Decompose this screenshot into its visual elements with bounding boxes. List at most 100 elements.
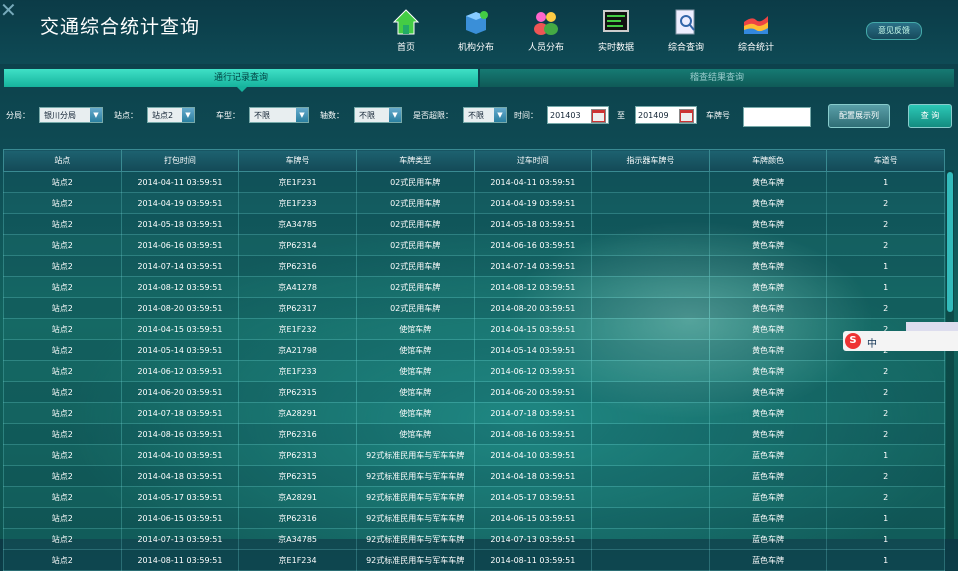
table-row[interactable]: 站点2 2014-04-18 03:59:51 京P62315 92式标准民用车与军车… — [3, 465, 945, 487]
table-row[interactable]: 站点2 2014-07-14 03:59:51 京P62316 02式民用车牌 2014… — [3, 255, 945, 277]
table-cell: 1 — [826, 276, 945, 298]
table-row[interactable]: 站点2 2014-06-15 03:59:51 京P62316 92式标准民用车与军车… — [3, 507, 945, 529]
tab-pass-records[interactable]: 通行记录查询 — [4, 69, 478, 92]
table-row[interactable]: 站点2 2014-08-16 03:59:51 京P62316 使馆车牌 2014-08… — [3, 423, 945, 445]
nav-people[interactable]: 人员分布 — [516, 8, 576, 53]
table-cell: 2014-06-16 03:59:51 — [120, 234, 240, 256]
nav-realtime[interactable]: 实时数据 — [586, 8, 646, 53]
table-cell: 2014-08-16 03:59:51 — [120, 423, 240, 445]
axles-select[interactable]: 不限 ▼ — [354, 107, 402, 123]
table-row[interactable]: 站点2 2014-04-19 03:59:51 京E1F233 02式民用车牌 2014… — [3, 192, 945, 214]
table-cell: 站点2 — [3, 381, 122, 403]
table-row[interactable]: 站点2 2014-06-20 03:59:51 京P62315 使馆车牌 2014-06… — [3, 381, 945, 403]
calendar-icon[interactable] — [679, 109, 694, 123]
table-cell: 黄色车牌 — [708, 297, 828, 319]
table-cell: 使馆车牌 — [355, 339, 475, 361]
plate-label: 车牌号 — [706, 111, 730, 120]
table-row[interactable]: 站点2 2014-04-10 03:59:51 京P62313 92式标准民用车与军车… — [3, 444, 945, 466]
realtime-screen-icon — [603, 10, 629, 32]
table-cell: 2 — [826, 381, 945, 403]
table-row[interactable]: 站点2 2014-06-12 03:59:51 京E1F233 使馆车牌 2014-06… — [3, 360, 945, 382]
table-cell: 2014-05-17 03:59:51 — [473, 486, 593, 508]
time-from-input[interactable]: 201403 — [547, 106, 609, 124]
nav-stats[interactable]: 综合统计 — [726, 8, 786, 53]
table-cell: 使馆车牌 — [355, 318, 475, 340]
table-row[interactable]: 站点2 2014-08-20 03:59:51 京P62317 02式民用车牌 2014… — [3, 297, 945, 319]
table-cell: 蓝色车牌 — [708, 486, 828, 508]
table-row[interactable]: 站点2 2014-07-18 03:59:51 京A28291 使馆车牌 2014-07… — [3, 402, 945, 424]
site-label: 站点： — [114, 111, 138, 120]
table-cell: 2 — [826, 486, 945, 508]
table-cell: 2014-05-14 03:59:51 — [473, 339, 593, 361]
table-cell: 92式标准民用车与军车车牌 — [355, 549, 475, 571]
close-icon[interactable]: ✕ — [0, 0, 17, 22]
time-to-input[interactable]: 201409 — [635, 106, 697, 124]
ime-mode[interactable]: 中 — [867, 335, 877, 350]
table-row[interactable]: 站点2 2014-05-14 03:59:51 京A21798 使馆车牌 2014-05… — [3, 339, 945, 361]
table-cell: 站点2 — [3, 549, 122, 571]
calendar-icon[interactable] — [591, 109, 606, 123]
chevron-down-icon: ▼ — [494, 108, 506, 122]
table-cell: 站点2 — [3, 465, 122, 487]
chevron-down-icon: ▼ — [389, 108, 401, 122]
time-to-value: 201409 — [638, 111, 669, 120]
table-row[interactable]: 站点2 2014-05-17 03:59:51 京A28291 92式标准民用车与军车… — [3, 486, 945, 508]
col-header[interactable]: 指示器车牌号 — [591, 149, 710, 172]
nav-org[interactable]: 机构分布 — [446, 8, 506, 53]
plate-input[interactable] — [743, 107, 811, 127]
table-cell: 京P62315 — [238, 465, 357, 487]
table-body: 站点2 2014-04-11 03:59:51 京E1F231 02式民用车牌 2014… — [3, 171, 945, 571]
nav-label: 机构分布 — [457, 43, 494, 53]
config-columns-button[interactable]: 配置展示列 — [828, 104, 890, 128]
table-cell: 1 — [826, 444, 945, 466]
table-row[interactable]: 站点2 2014-07-13 03:59:51 京A34785 92式标准民用车与军车… — [3, 528, 945, 550]
table-cell: 站点2 — [3, 234, 122, 256]
scroll-thumb[interactable] — [947, 172, 953, 312]
table-row[interactable]: 站点2 2014-05-18 03:59:51 京A34785 02式民用车牌 2014… — [3, 213, 945, 235]
nav-search[interactable]: 综合查询 — [656, 8, 716, 53]
table-cell: 02式民用车牌 — [355, 192, 475, 214]
site-select[interactable]: 站点2 ▼ — [147, 107, 195, 123]
col-header[interactable]: 打包时间 — [120, 149, 240, 172]
nav-home[interactable]: 首页 — [376, 8, 436, 53]
table-cell: 2014-04-11 03:59:51 — [120, 171, 240, 193]
tab-audit-results[interactable]: 稽查结果查询 — [480, 69, 954, 87]
table-row[interactable]: 站点2 2014-04-15 03:59:51 京E1F232 使馆车牌 2014-04… — [3, 318, 945, 340]
table-cell — [591, 402, 710, 424]
col-header[interactable]: 车牌号 — [238, 149, 357, 172]
col-header[interactable]: 站点 — [3, 149, 122, 172]
ime-toolbar[interactable]: S 中 — [843, 331, 958, 351]
table-cell: 02式民用车牌 — [355, 213, 475, 235]
overlimit-select[interactable]: 不限 ▼ — [463, 107, 507, 123]
vehicle-type-select[interactable]: 不限 ▼ — [249, 107, 309, 123]
table-cell: 站点2 — [3, 423, 122, 445]
table-cell: 2014-04-18 03:59:51 — [473, 465, 593, 487]
table-cell: 京A34785 — [238, 528, 357, 550]
col-header[interactable]: 过车时间 — [473, 149, 593, 172]
table-cell: 2014-07-13 03:59:51 — [473, 528, 593, 550]
table-cell: 2014-08-12 03:59:51 — [120, 276, 240, 298]
query-button[interactable]: 查 询 — [908, 104, 952, 128]
table-scrollbar[interactable] — [946, 170, 954, 539]
col-header[interactable]: 车牌类型 — [355, 149, 475, 172]
table-cell: 2014-06-16 03:59:51 — [473, 234, 593, 256]
table-cell: 站点2 — [3, 297, 122, 319]
table-row[interactable]: 站点2 2014-08-12 03:59:51 京A41278 02式民用车牌 2014… — [3, 276, 945, 298]
feedback-button[interactable]: 意见反馈 — [866, 22, 922, 40]
table-cell: 02式民用车牌 — [355, 234, 475, 256]
col-header[interactable]: 车道号 — [826, 149, 945, 172]
table-cell — [591, 507, 710, 529]
col-header[interactable]: 车牌颜色 — [708, 149, 828, 172]
table-cell: 2 — [826, 402, 945, 424]
table-row[interactable]: 站点2 2014-06-16 03:59:51 京P62314 02式民用车牌 2014… — [3, 234, 945, 256]
table-cell: 2014-07-18 03:59:51 — [120, 402, 240, 424]
table-cell: 站点2 — [3, 507, 122, 529]
table-row[interactable]: 站点2 2014-04-11 03:59:51 京E1F231 02式民用车牌 2014… — [3, 171, 945, 193]
table-row[interactable]: 站点2 2014-08-11 03:59:51 京E1F234 92式标准民用车与军车… — [3, 549, 945, 571]
branch-select[interactable]: 银川分局 ▼ — [39, 107, 103, 123]
table-cell: 京E1F232 — [238, 318, 357, 340]
table-cell: 站点2 — [3, 318, 122, 340]
table-cell: 京P62313 — [238, 444, 357, 466]
table-cell: 2014-05-18 03:59:51 — [473, 213, 593, 235]
table-cell: 站点2 — [3, 528, 122, 550]
